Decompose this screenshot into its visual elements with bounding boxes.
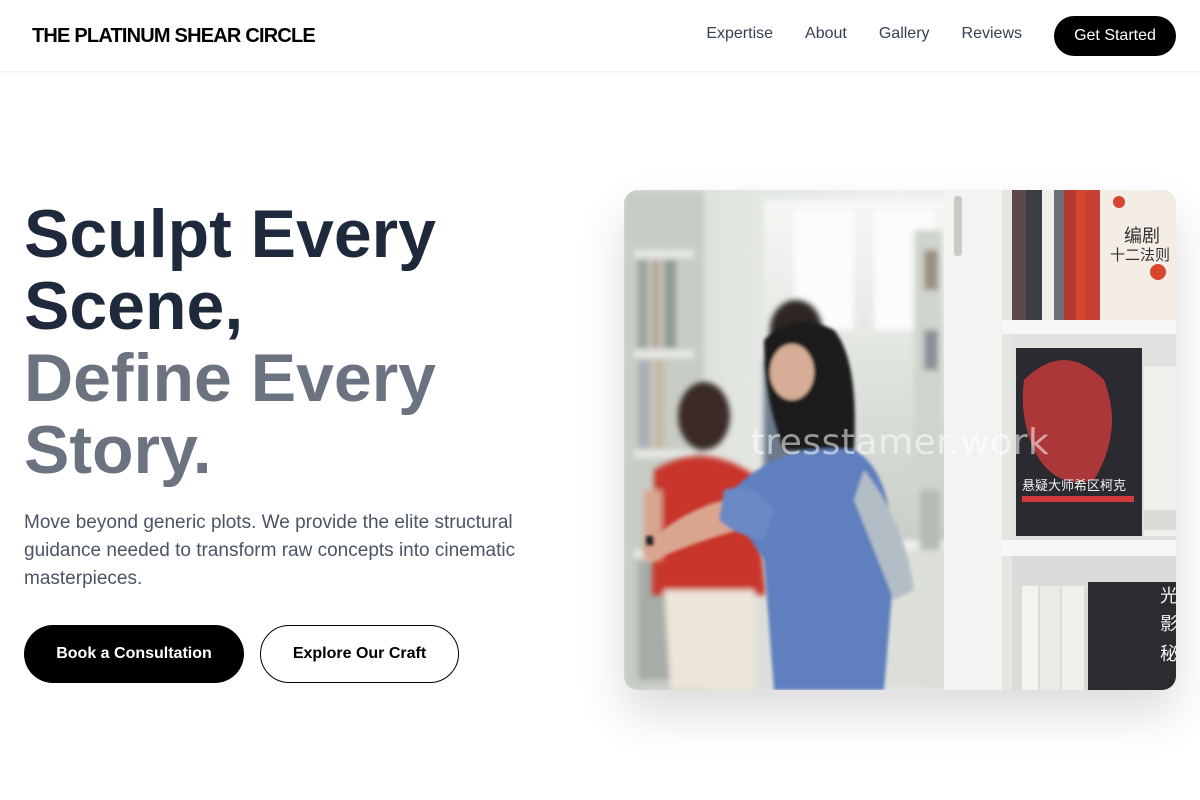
nav-link-expertise[interactable]: Expertise — [706, 24, 773, 44]
top-navigation-bar: THE PLATINUM SHEAR CIRCLE Expertise Abou… — [0, 0, 1200, 72]
book-cover-title-3: 影 — [1160, 614, 1176, 635]
book-spine-text-2: 十二法则 — [1110, 246, 1170, 264]
book-spine-text: 编剧 — [1124, 226, 1160, 247]
nav-links: Expertise About Gallery Reviews — [706, 24, 1022, 44]
nav-link-about[interactable]: About — [805, 24, 847, 44]
book-consultation-button[interactable]: Book a Consultation — [24, 625, 244, 683]
book-cover-title: 悬疑大师希区柯克 — [1022, 478, 1126, 494]
image-watermark: tresstamer.work — [750, 422, 1050, 463]
explore-craft-button[interactable]: Explore Our Craft — [260, 625, 459, 683]
book-cover-title-2: 光 — [1160, 586, 1176, 607]
hero-title-line-4: Story. — [24, 412, 212, 488]
book-cover-title-4: 秘 — [1160, 644, 1176, 665]
brand-logo-text[interactable]: THE PLATINUM SHEAR CIRCLE — [32, 24, 316, 48]
hero-photo-bookstore: 编剧 十二法则 悬疑大师希区柯克 光 影 秘 tresstamer.work — [624, 190, 1176, 690]
hero-title: Sculpt Every Scene, Define Every Story. — [24, 198, 544, 486]
get-started-button[interactable]: Get Started — [1054, 16, 1176, 56]
hero-title-line-2: Scene, — [24, 268, 244, 344]
hero-subtitle: Move beyond generic plots. We provide th… — [24, 512, 516, 589]
hero-title-line-1: Sculpt Every — [24, 196, 436, 272]
nav-link-reviews[interactable]: Reviews — [962, 24, 1022, 44]
hero-title-line-3: Define Every — [24, 340, 436, 416]
nav-link-gallery[interactable]: Gallery — [879, 24, 930, 44]
